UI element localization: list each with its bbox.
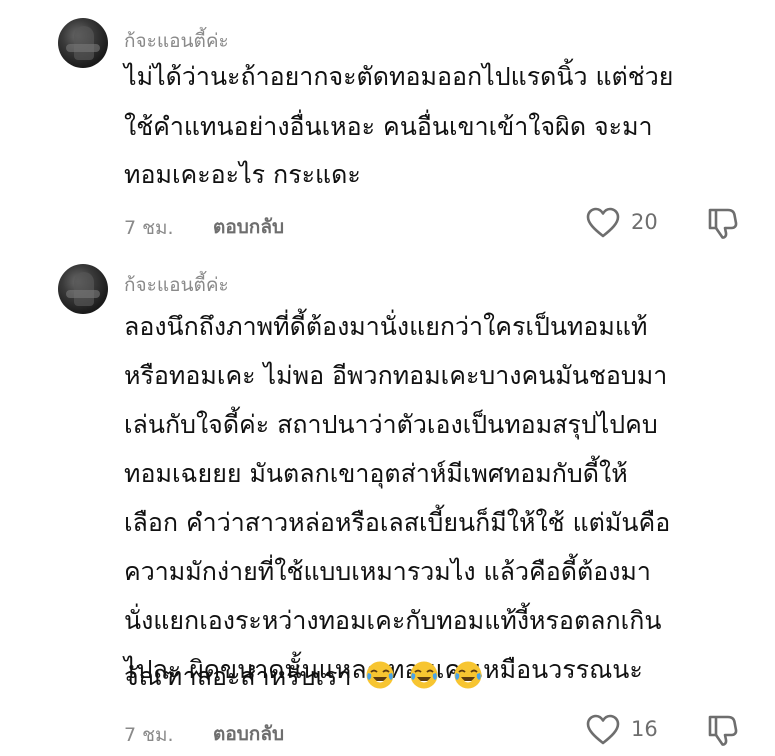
face-with-tears-of-joy-emoji (410, 661, 438, 689)
heart-outline-icon (586, 207, 620, 238)
comment-text-line: ทอมเคะอะไร กระแดะ (124, 160, 361, 189)
like-button[interactable] (586, 207, 620, 239)
dislike-button[interactable] (706, 206, 740, 240)
like-button[interactable] (586, 714, 620, 746)
comment-text-line: จัณฑาลอะสำหรับเรา (124, 662, 352, 691)
reply-button[interactable]: ตอบกลับ (213, 212, 284, 242)
comment-text-line-with-emojis: จัณฑาลอะสำหรับเรา (124, 660, 483, 694)
face-with-tears-of-joy-emoji (366, 661, 394, 689)
comment-text-line: นั่งแยกเองระหว่างทอมเคะกับทอมแท้งี้หรอตล… (124, 606, 662, 635)
heart-outline-icon (586, 714, 620, 745)
comment-text-line: ทอมเฉยยย มันตลกเขาอุตส่าห์มีเพศทอมกับดี้… (124, 459, 628, 488)
thumbs-down-icon (708, 715, 738, 746)
avatar[interactable] (58, 264, 108, 314)
comment-text-line: ความมักง่ายที่ใช้แบบเหมารวมไง แล้วคือดี้… (124, 557, 651, 586)
like-count: 20 (631, 210, 658, 234)
comment-username[interactable]: ก้จะแอนตี้ค่ะ (124, 26, 229, 56)
comment-text-line: ลองนึกถึงภาพที่ดี้ต้องมานั่งแยกว่าใครเป็… (124, 312, 648, 341)
comment-text-line: หรือทอมเคะ ไม่พอ อีพวกทอมเคะบางคนมันชอบม… (124, 361, 668, 390)
dislike-button[interactable] (706, 713, 740, 747)
reply-button[interactable]: ตอบกลับ (213, 719, 284, 749)
thumbs-down-icon (708, 208, 738, 239)
like-count: 16 (631, 717, 658, 741)
comment-text-line: เลือก คำว่าสาวหล่อหรือเลสเบี้ยนก็มีให้ใช… (124, 508, 671, 537)
avatar[interactable] (58, 18, 108, 68)
comment-timestamp: 7 ชม. (124, 217, 174, 239)
comment-text-line: ใช้คำแทนอย่างอื่นเหอะ คนอื่นเขาเข้าใจผิด… (124, 112, 653, 141)
comment-username[interactable]: ก้จะแอนตี้ค่ะ (124, 270, 229, 300)
face-with-tears-of-joy-emoji (454, 661, 482, 689)
comment-timestamp: 7 ชม. (124, 724, 174, 746)
comment-text-line: เล่นกับใจดี้ค่ะ สถาปนาว่าตัวเองเป็นทอมสร… (124, 410, 658, 439)
comment-text-line: ไม่ได้ว่านะถ้าอยากจะตัดทอมออกไปแรดนิ้ว แ… (124, 62, 674, 91)
